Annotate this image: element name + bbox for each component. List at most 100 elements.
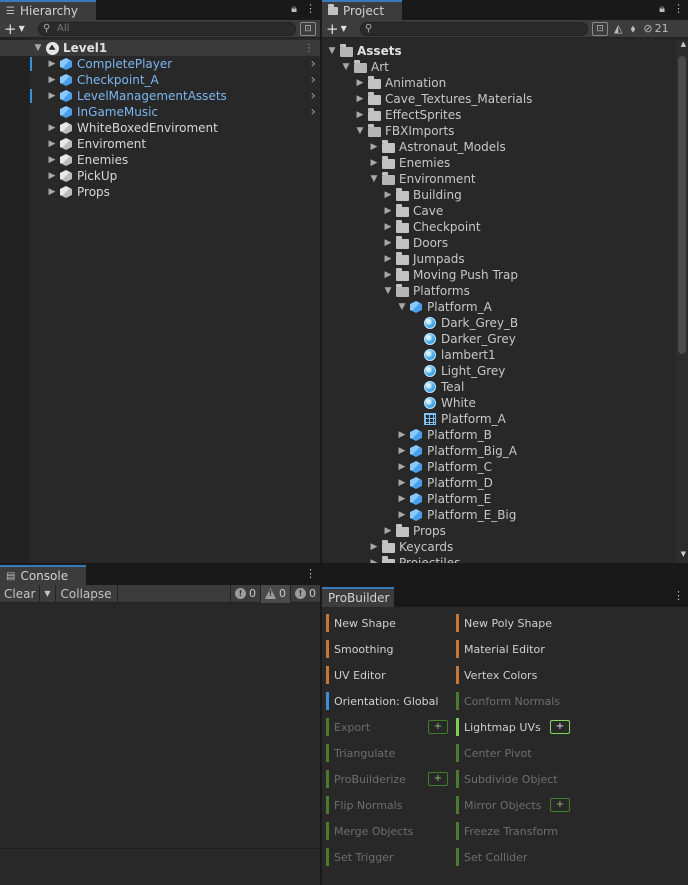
project-tree-item[interactable]: ▶ Doors [322,235,674,251]
expanded-arrow-icon[interactable]: ▼ [354,126,366,136]
project-tree-item[interactable]: ▶ Platform_Big_A [322,443,674,459]
create-asset-dropdown[interactable]: + ▼ [326,20,356,38]
scene-row[interactable]: ▼ Level1 ⋮ [0,40,320,56]
probuilder-action-button[interactable]: Mirror Objects [456,795,541,815]
project-tree-item[interactable]: ▶ Projectiles [322,555,674,563]
collapsed-arrow-icon[interactable]: ▶ [396,462,408,472]
collapsed-arrow-icon[interactable]: ▶ [396,494,408,504]
expand-arrow-icon[interactable]: ▶ [46,75,58,85]
collapsed-arrow-icon[interactable]: ▶ [396,510,408,520]
hierarchy-item[interactable]: ▶ CompletePlayer › [0,56,320,72]
collapse-button[interactable]: Collapse [56,584,118,603]
chevron-right-icon[interactable]: › [310,56,316,72]
probuilder-action-button[interactable]: Center Pivot [456,743,532,763]
collapsed-arrow-icon[interactable]: ▶ [396,446,408,456]
collapsed-arrow-icon[interactable]: ▶ [382,190,394,200]
project-scrollbar-thumb[interactable] [678,56,686,354]
project-tree-item[interactable]: ▶ Platform_C [322,459,674,475]
project-tree-item[interactable]: Platform_A [322,411,674,427]
lock-icon[interactable]: 🔒︎ [291,2,297,16]
collapsed-arrow-icon[interactable]: ▶ [382,222,394,232]
hierarchy-item[interactable]: ▶ Enviroment [0,136,320,152]
probuilder-action-button[interactable]: Set Trigger [326,847,394,867]
log-count-toggle[interactable]: ! 0 [230,584,260,603]
expanded-arrow-icon[interactable]: ▼ [340,62,352,72]
project-tree-item[interactable]: ▶ Building [322,187,674,203]
collapsed-arrow-icon[interactable]: ▶ [382,270,394,280]
expand-arrow-icon[interactable]: ▶ [46,155,58,165]
probuilder-action-button[interactable]: Orientation: Global [326,691,438,711]
probuilder-action-button[interactable]: Triangulate [326,743,395,763]
warning-count-toggle[interactable]: ! 0 [260,584,290,603]
project-tree-item[interactable]: ▶ Animation [322,75,674,91]
clear-button[interactable]: Clear [0,587,39,601]
hierarchy-item[interactable]: ▶ Enemies [0,152,320,168]
collapsed-arrow-icon[interactable]: ▶ [368,158,380,168]
probuilder-action-button[interactable]: Conform Normals [456,691,560,711]
scroll-up-arrow-icon[interactable]: ▲ [681,40,686,48]
hidden-packages-toggle[interactable]: ⊘ 21 [643,22,668,35]
create-dropdown[interactable]: + ▼ [4,20,34,38]
probuilder-action-button[interactable]: ProBuilderize [326,769,406,789]
expanded-arrow-icon[interactable]: ▼ [382,286,394,296]
tab-project[interactable]: Project [322,0,402,20]
filter-by-type-icon[interactable]: ◭ [614,22,622,35]
probuilder-action-button[interactable]: Lightmap UVs [456,717,541,737]
options-plus-button[interactable]: + [550,720,570,734]
collapsed-arrow-icon[interactable]: ▶ [396,430,408,440]
kebab-menu-icon[interactable]: ⋮ [673,2,684,16]
options-plus-button[interactable]: + [428,772,448,786]
expanded-arrow-icon[interactable]: ▼ [368,174,380,184]
hierarchy-search-input[interactable]: ⚲ All [38,21,296,36]
project-tree-item[interactable]: ▶ EffectSprites [322,107,674,123]
project-tree-item[interactable]: ▶ Checkpoint [322,219,674,235]
project-tree-item[interactable]: ▶ Platform_B [322,427,674,443]
probuilder-action-button[interactable]: Flip Normals [326,795,402,815]
collapsed-arrow-icon[interactable]: ▶ [368,142,380,152]
project-tree-item[interactable]: ▶ Jumpads [322,251,674,267]
project-tree-item[interactable]: ▶ Platform_D [322,475,674,491]
expand-arrow-icon[interactable]: ▼ [32,43,44,53]
expand-arrow-icon[interactable]: ▶ [46,171,58,181]
probuilder-action-button[interactable]: New Poly Shape [456,613,552,633]
project-tree-item[interactable]: ▶ Enemies [322,155,674,171]
project-tree-item[interactable]: ▶ Cave_Textures_Materials [322,91,674,107]
project-tree-item[interactable]: Darker_Grey [322,331,674,347]
project-tree-item[interactable]: lambert1 [322,347,674,363]
project-tree-item[interactable]: ▶ Keycards [322,539,674,555]
project-tree-item[interactable]: ▼ FBXImports [322,123,674,139]
kebab-menu-icon[interactable]: ⋮ [673,589,684,602]
probuilder-action-button[interactable]: Subdivide Object [456,769,558,789]
expand-arrow-icon[interactable]: ▶ [46,91,58,101]
project-tree-item[interactable]: ▼ Platforms [322,283,674,299]
collapsed-arrow-icon[interactable]: ▶ [354,110,366,120]
project-tree-item[interactable]: ▶ Cave [322,203,674,219]
scene-visibility-button[interactable]: ⊡ [300,21,316,36]
project-tree-item[interactable]: White [322,395,674,411]
project-tree-item[interactable]: ▶ Moving Push Trap [322,267,674,283]
scroll-down-arrow-icon[interactable]: ▼ [681,550,686,558]
tab-probuilder[interactable]: ProBuilder [322,587,394,607]
options-plus-button[interactable]: + [550,798,570,812]
hierarchy-item[interactable]: ▶ LevelManagementAssets › [0,88,320,104]
kebab-menu-icon[interactable]: ⋮ [305,567,316,580]
filter-by-label-icon[interactable]: ⬧ [630,22,635,36]
project-tree-item[interactable]: Light_Grey [322,363,674,379]
probuilder-action-button[interactable]: Export [326,717,370,737]
project-tree-item[interactable]: ▶ Props [322,523,674,539]
chevron-right-icon[interactable]: › [310,72,316,88]
probuilder-action-button[interactable]: UV Editor [326,665,386,685]
expand-arrow-icon[interactable]: ▶ [46,187,58,197]
scene-kebab-icon[interactable]: ⋮ [304,43,314,54]
probuilder-action-button[interactable]: Set Collider [456,847,527,867]
collapsed-arrow-icon[interactable]: ▶ [368,542,380,552]
project-tree-item[interactable]: ▼ Environment [322,171,674,187]
chevron-right-icon[interactable]: › [310,88,316,104]
project-tree-item[interactable]: ▼ Platform_A [322,299,674,315]
collapsed-arrow-icon[interactable]: ▶ [354,94,366,104]
hierarchy-item[interactable]: InGameMusic › [0,104,320,120]
collapsed-arrow-icon[interactable]: ▶ [368,558,380,563]
error-count-toggle[interactable]: ! 0 [290,584,320,603]
hierarchy-item[interactable]: ▶ Checkpoint_A › [0,72,320,88]
lock-icon[interactable]: 🔒︎ [659,2,665,16]
